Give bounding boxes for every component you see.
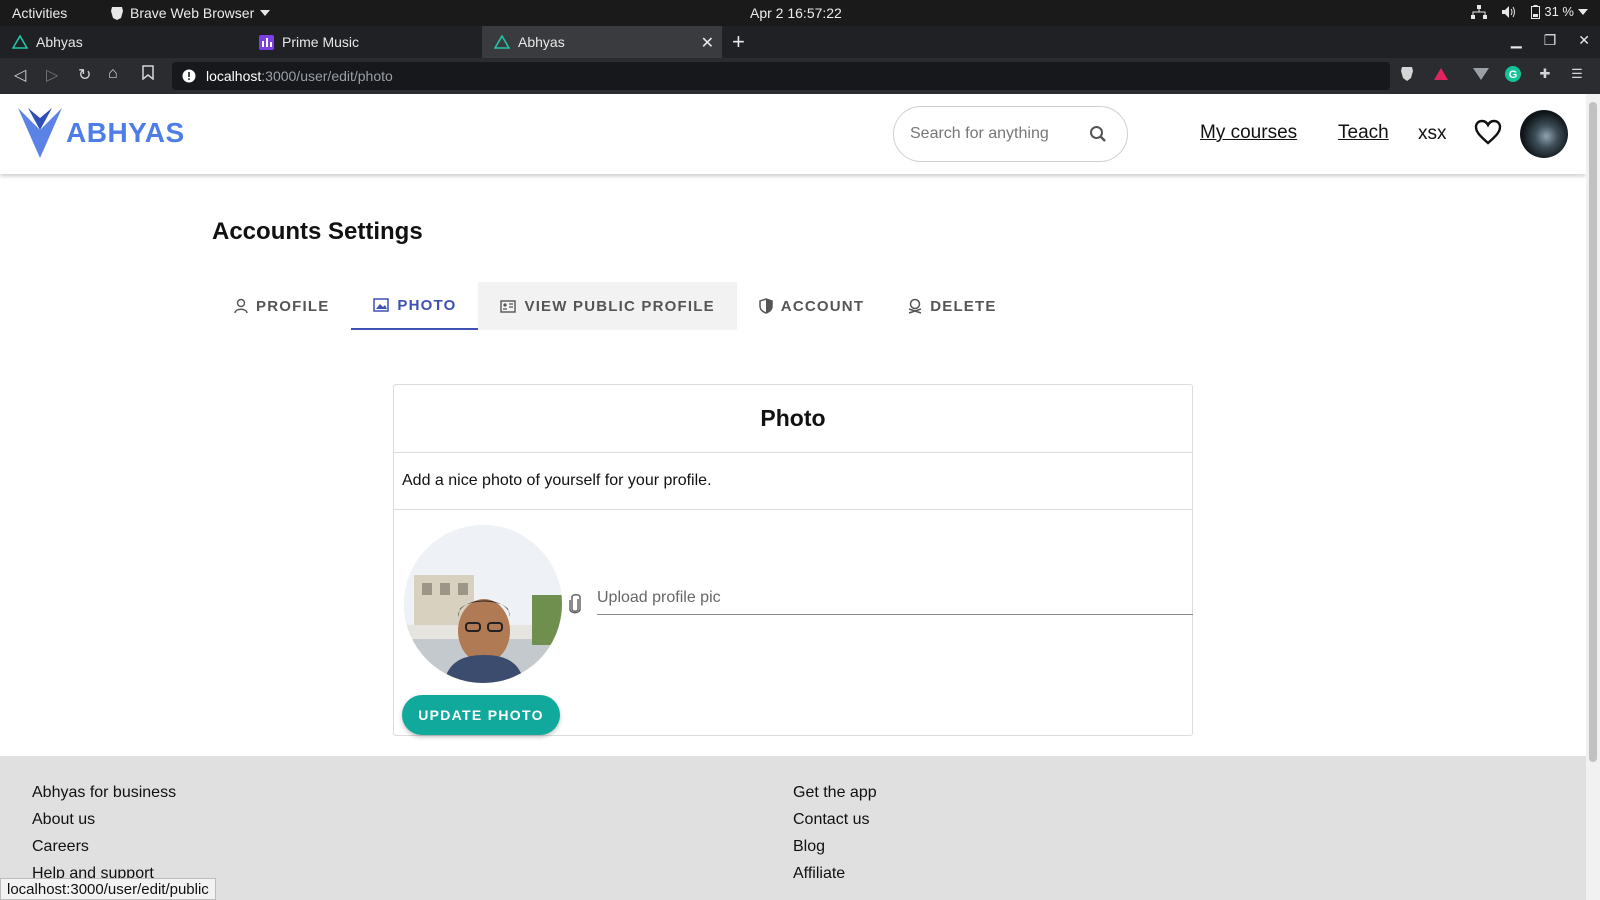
- browser-tab-strip: Abhyas Prime Music Abhyas ✕ + ▁ ❐ ✕: [0, 26, 1600, 58]
- site-header: ABHYAS My courses Teach xsx: [0, 94, 1586, 174]
- home-icon[interactable]: ⌂: [108, 65, 118, 83]
- tab-delete[interactable]: Delete: [886, 282, 1018, 330]
- site-logo[interactable]: ABHYAS: [18, 108, 185, 158]
- window-controls: ▁ ❐ ✕: [1511, 32, 1590, 49]
- network-icon: [1471, 4, 1488, 19]
- footer-link-careers[interactable]: Careers: [32, 838, 176, 857]
- vue-devtools-icon[interactable]: [1472, 65, 1490, 83]
- footer-link-contact[interactable]: Contact us: [793, 811, 877, 830]
- close-tab-icon[interactable]: ✕: [701, 33, 714, 53]
- app-menu-label: Brave Web Browser: [130, 5, 255, 21]
- tab-account[interactable]: Account: [737, 282, 886, 330]
- url-path: :3000/user/edit/photo: [261, 68, 393, 84]
- restore-icon[interactable]: ❐: [1544, 32, 1557, 49]
- image-icon: [373, 298, 390, 312]
- tab-photo[interactable]: Photo: [351, 282, 479, 330]
- battery-icon: [1531, 4, 1541, 19]
- minimize-icon[interactable]: ▁: [1511, 32, 1522, 49]
- tab-label: Photo: [397, 296, 457, 314]
- upload-profile-pic-input[interactable]: [597, 588, 1193, 607]
- close-window-icon[interactable]: ✕: [1578, 32, 1590, 49]
- settings-tabs: Profile Photo View public profile Accoun…: [212, 282, 1019, 330]
- abhyas-favicon-icon: [12, 34, 28, 50]
- tab-label: Prime Music: [282, 34, 360, 50]
- battery-indicator: 31 %: [1531, 4, 1588, 19]
- skull-icon: [908, 298, 922, 314]
- footer-column-right: Get the app Contact us Blog Affiliate: [793, 784, 877, 884]
- profile-photo-image: [404, 525, 562, 683]
- tab-label: View public profile: [524, 297, 715, 315]
- scrollbar-thumb[interactable]: [1589, 102, 1597, 762]
- bookmark-icon[interactable]: [142, 65, 154, 85]
- username-label[interactable]: xsx: [1418, 123, 1447, 145]
- browser-toolbar: ◁ ▷ ↻ ⌂ localhost:3000/user/edit/photo G…: [0, 58, 1600, 94]
- search-box: [893, 106, 1128, 162]
- tab-label: Abhyas: [36, 34, 83, 50]
- my-courses-link[interactable]: My courses: [1200, 122, 1297, 144]
- volume-icon: [1502, 5, 1516, 18]
- wishlist-heart-icon[interactable]: [1474, 119, 1502, 145]
- battery-percentage: 31 %: [1544, 4, 1574, 19]
- system-top-bar: Activities Brave Web Browser Apr 2 16:57…: [0, 0, 1600, 26]
- browser-tab-prime-music[interactable]: Prime Music: [246, 26, 482, 58]
- tab-view-public-profile[interactable]: View public profile: [478, 282, 737, 330]
- url-host: localhost: [206, 68, 262, 84]
- card-title: Photo: [394, 385, 1192, 453]
- page-scrollbar[interactable]: [1586, 94, 1600, 900]
- user-avatar[interactable]: [1520, 110, 1568, 158]
- logo-text: ABHYAS: [66, 117, 185, 148]
- id-card-icon: [500, 299, 517, 313]
- footer-link-about[interactable]: About us: [32, 811, 176, 830]
- menu-hamburger-icon[interactable]: ☰: [1568, 65, 1586, 83]
- photo-card: Photo Add a nice photo of yourself for y…: [393, 384, 1193, 736]
- profile-photo-preview: [404, 525, 562, 683]
- forward-icon[interactable]: ▷: [46, 65, 58, 85]
- teach-link[interactable]: Teach: [1338, 122, 1389, 144]
- footer-link-get-app[interactable]: Get the app: [793, 784, 877, 803]
- prime-music-favicon-icon: [258, 34, 274, 50]
- site-info-icon[interactable]: [182, 69, 196, 83]
- footer-column-left: Abhyas for business About us Careers Hel…: [32, 784, 176, 884]
- browser-tab-abhyas-active[interactable]: Abhyas ✕: [482, 26, 722, 58]
- activities-button[interactable]: Activities: [12, 5, 67, 21]
- footer-link-business[interactable]: Abhyas for business: [32, 784, 176, 803]
- brave-shields-icon[interactable]: [1398, 65, 1416, 83]
- abhyas-logo-icon: [18, 108, 62, 158]
- search-input[interactable]: [910, 125, 1080, 143]
- browser-tab-abhyas-1[interactable]: Abhyas: [0, 26, 246, 58]
- link-status-bar: localhost:3000/user/edit/public: [0, 878, 216, 900]
- tab-label: Delete: [930, 297, 997, 315]
- person-icon: [234, 298, 248, 314]
- search-icon[interactable]: [1089, 125, 1107, 143]
- tab-label: Profile: [256, 297, 330, 315]
- extensions-puzzle-icon[interactable]: ✚: [1536, 65, 1554, 83]
- paperclip-icon[interactable]: [568, 593, 582, 615]
- footer-link-affiliate[interactable]: Affiliate: [793, 865, 877, 884]
- system-tray[interactable]: 31 %: [1471, 4, 1588, 19]
- clock[interactable]: Apr 2 16:57:22: [750, 5, 842, 21]
- shield-icon: [759, 298, 773, 314]
- chevron-down-icon: [1578, 8, 1588, 15]
- tab-label: Account: [780, 297, 865, 315]
- reload-icon[interactable]: ↻: [78, 65, 91, 85]
- card-description: Add a nice photo of yourself for your pr…: [394, 453, 1192, 510]
- abhyas-favicon-icon: [494, 34, 510, 50]
- brave-lion-icon: [111, 6, 123, 20]
- brave-rewards-icon[interactable]: [1432, 65, 1450, 83]
- page-title: Accounts Settings: [212, 218, 423, 245]
- svg-text:G: G: [1509, 69, 1518, 81]
- grammarly-icon[interactable]: G: [1504, 65, 1522, 83]
- web-page: ABHYAS My courses Teach xsx Accounts Set…: [0, 94, 1586, 900]
- tab-label: Abhyas: [518, 34, 565, 50]
- footer-link-blog[interactable]: Blog: [793, 838, 877, 857]
- tab-profile[interactable]: Profile: [212, 282, 351, 330]
- chevron-down-icon: [260, 10, 271, 16]
- upload-field: [597, 581, 1193, 615]
- site-footer: Abhyas for business About us Careers Hel…: [0, 756, 1586, 900]
- update-photo-button[interactable]: UPDATE PHOTO: [402, 695, 560, 735]
- app-menu[interactable]: Brave Web Browser: [110, 5, 271, 21]
- new-tab-button[interactable]: +: [732, 29, 745, 55]
- back-icon[interactable]: ◁: [14, 65, 26, 85]
- address-bar[interactable]: localhost:3000/user/edit/photo: [172, 62, 1390, 90]
